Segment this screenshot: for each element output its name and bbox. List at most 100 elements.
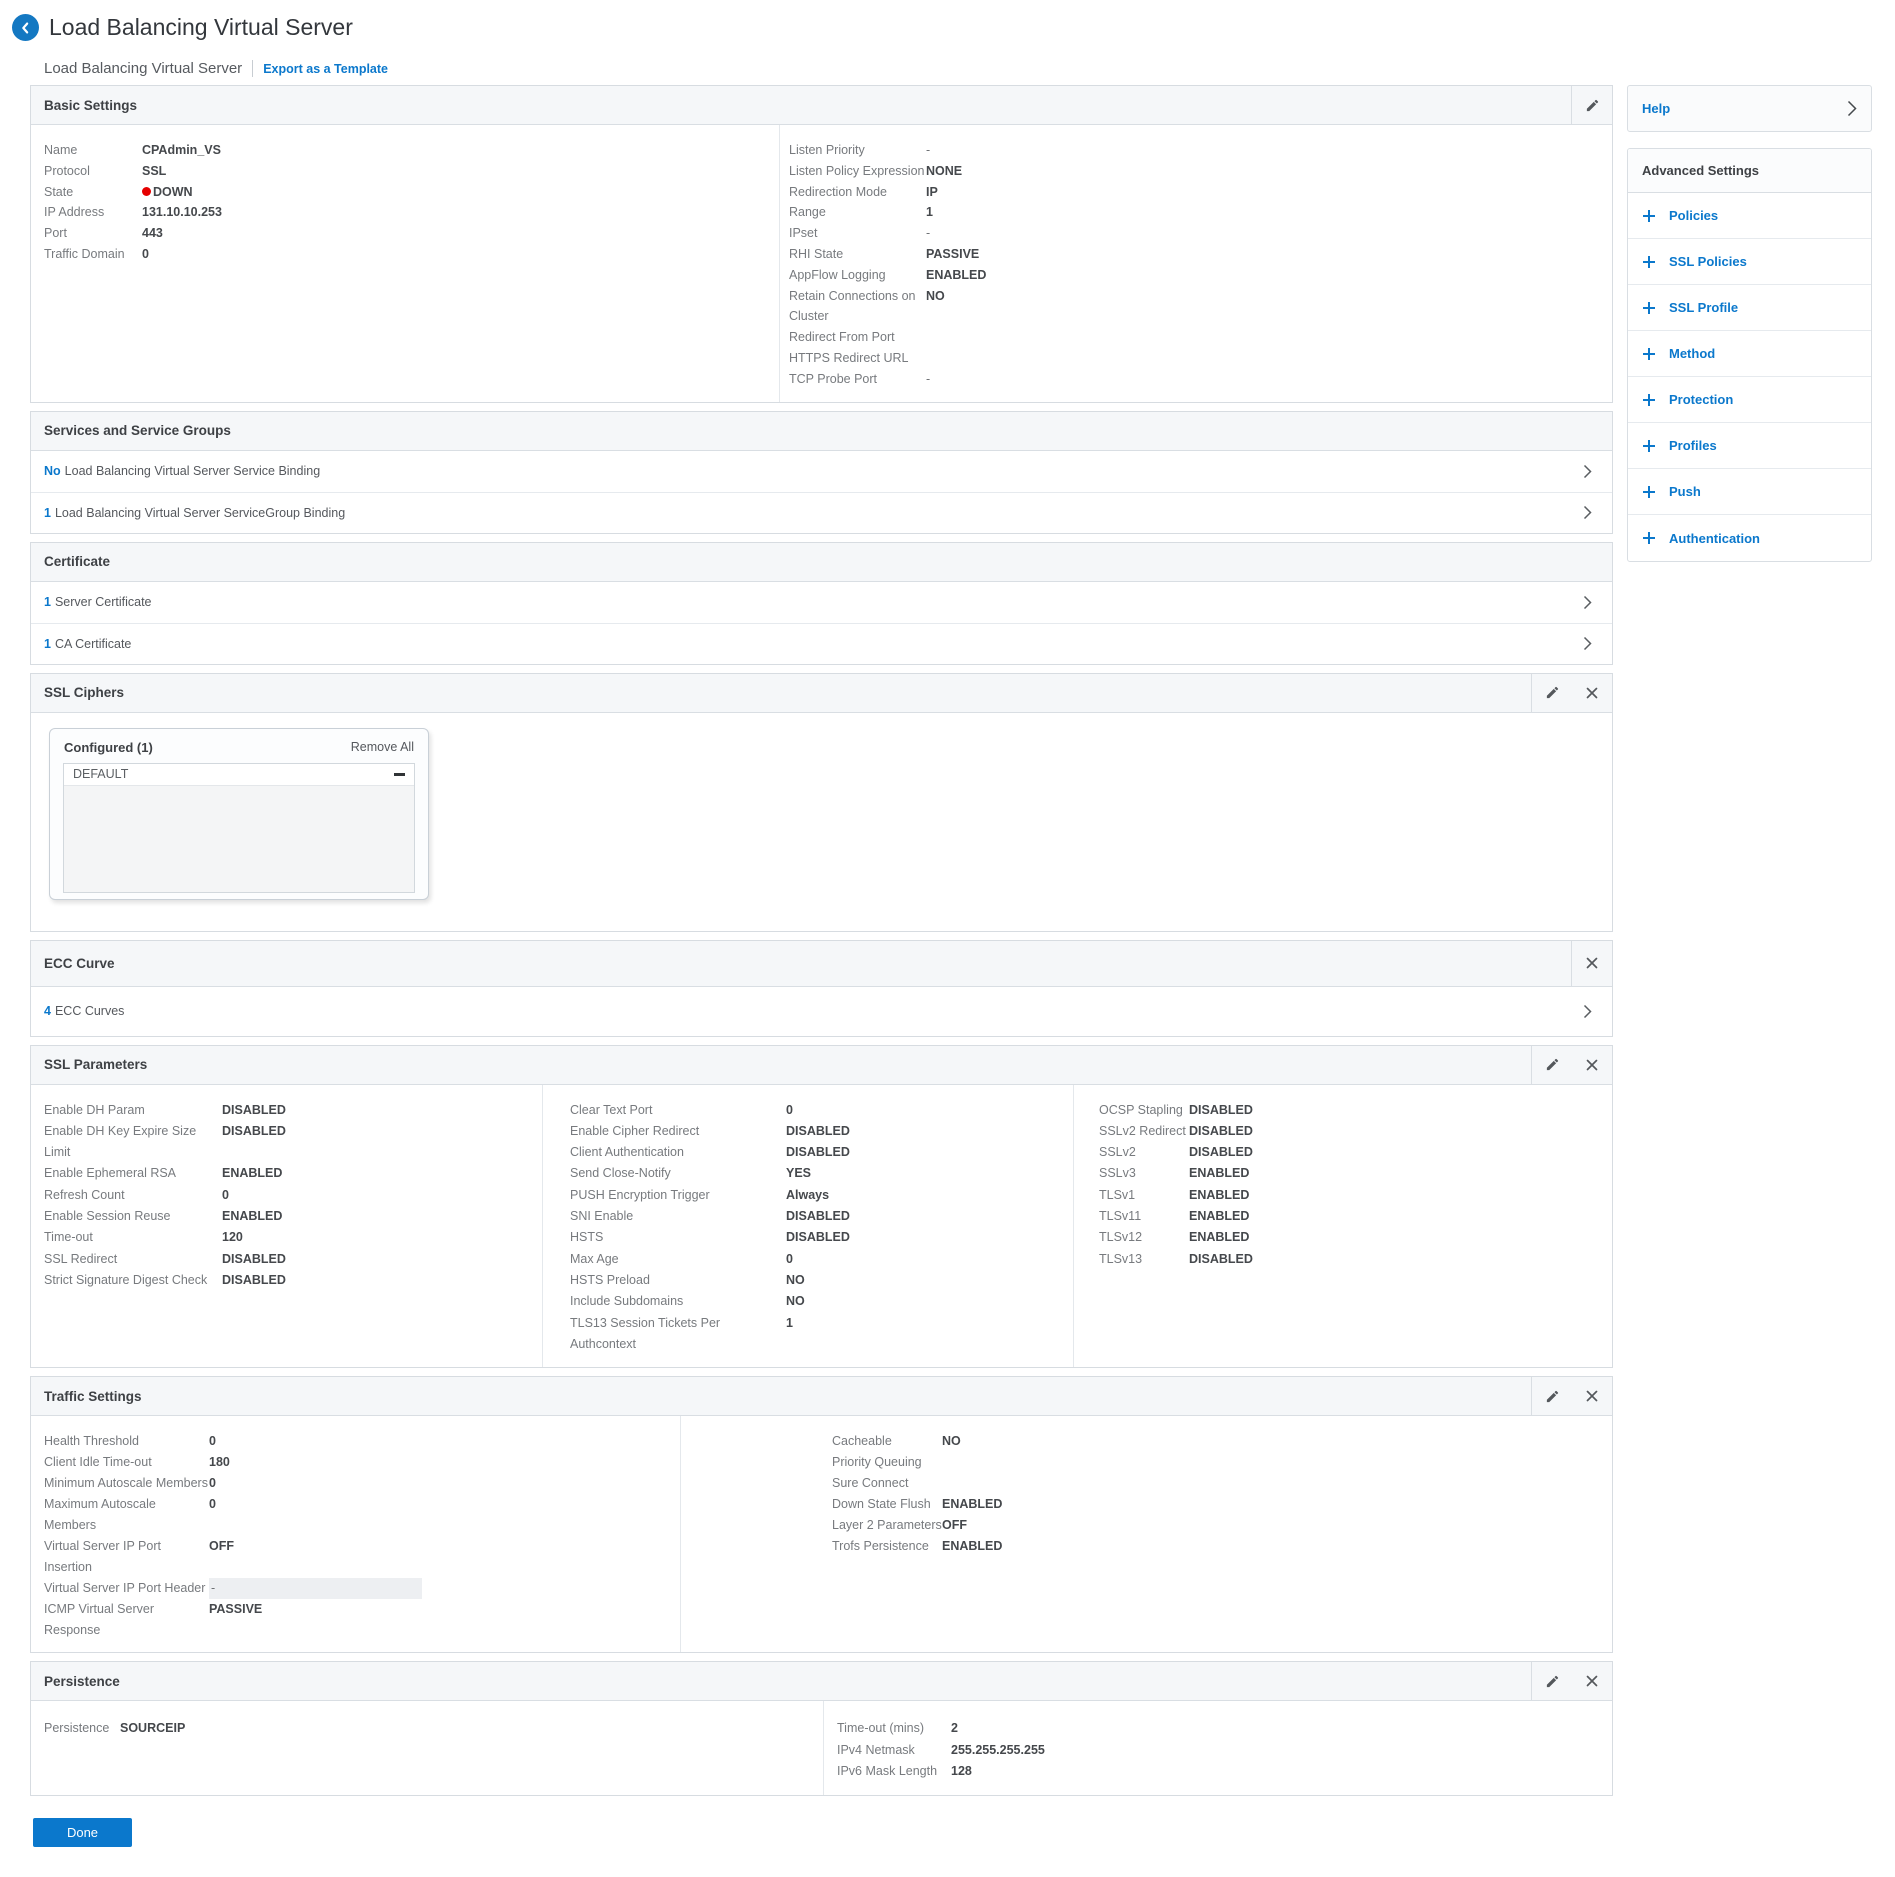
binding-row[interactable]: 1CA Certificate bbox=[31, 623, 1612, 664]
services-panel: Services and Service Groups NoLoad Balan… bbox=[30, 411, 1613, 534]
persistence-edit-button[interactable] bbox=[1532, 1662, 1572, 1700]
field-value: DISABLED bbox=[222, 1121, 286, 1164]
field-row: Enable DH ParamDISABLED bbox=[44, 1100, 542, 1121]
field-value: DISABLED bbox=[786, 1121, 850, 1142]
close-icon bbox=[1586, 1675, 1598, 1687]
field-label: Send Close-Notify bbox=[570, 1163, 786, 1184]
services-header: Services and Service Groups bbox=[31, 412, 1612, 451]
plus-icon bbox=[1642, 531, 1656, 545]
pencil-icon bbox=[1545, 685, 1560, 700]
cipher-row: DEFAULT bbox=[64, 764, 414, 786]
basic-settings-panel: Basic Settings NameCPAdmin_VSProtocolSSL… bbox=[30, 85, 1613, 403]
ssl-ciphers-close-button[interactable] bbox=[1572, 674, 1612, 712]
field-row: ProtocolSSL bbox=[44, 161, 779, 182]
ssl-ciphers-edit-button[interactable] bbox=[1532, 674, 1572, 712]
field-label: IPv4 Netmask bbox=[837, 1740, 951, 1762]
back-button[interactable] bbox=[12, 14, 39, 41]
advanced-setting-label: SSL Policies bbox=[1669, 254, 1747, 269]
field-row: Health Threshold0 bbox=[44, 1431, 680, 1452]
field-row: Maximum Autoscale Members0 bbox=[44, 1494, 680, 1536]
remove-cipher-button[interactable] bbox=[394, 773, 405, 776]
pencil-icon bbox=[1545, 1389, 1560, 1404]
field-row: HSTS PreloadNO bbox=[570, 1270, 1073, 1291]
traffic-settings-close-button[interactable] bbox=[1572, 1377, 1612, 1415]
binding-row[interactable]: NoLoad Balancing Virtual Server Service … bbox=[31, 451, 1612, 492]
field-row: Down State FlushENABLED bbox=[832, 1494, 1612, 1515]
field-label: HSTS Preload bbox=[570, 1270, 786, 1291]
field-row: IPv6 Mask Length128 bbox=[837, 1761, 1612, 1783]
close-icon bbox=[1586, 687, 1598, 699]
ssl-parameters-column-2: Clear Text Port0Enable Cipher RedirectDI… bbox=[542, 1085, 1073, 1368]
ssl-parameters-edit-button[interactable] bbox=[1532, 1046, 1572, 1084]
field-row: Virtual Server IP Port Header- bbox=[44, 1578, 680, 1599]
persistence-close-button[interactable] bbox=[1572, 1662, 1612, 1700]
done-button[interactable]: Done bbox=[33, 1818, 132, 1847]
field-row: ICMP Virtual Server ResponsePASSIVE bbox=[44, 1599, 680, 1641]
pencil-icon bbox=[1585, 98, 1600, 113]
field-row: Enable Cipher RedirectDISABLED bbox=[570, 1121, 1073, 1142]
field-value: DISABLED bbox=[222, 1270, 286, 1291]
field-value: 0 bbox=[209, 1431, 216, 1452]
advanced-setting-item[interactable]: Method bbox=[1628, 331, 1871, 377]
persistence-body: PersistenceSOURCEIP Time-out (mins)2IPv4… bbox=[31, 1701, 1612, 1795]
field-label: Redirection Mode bbox=[789, 182, 926, 203]
plus-icon bbox=[1642, 301, 1656, 315]
advanced-setting-label: Protection bbox=[1669, 392, 1733, 407]
ssl-parameters-close-button[interactable] bbox=[1572, 1046, 1612, 1084]
ecc-curve-close-button[interactable] bbox=[1572, 941, 1612, 986]
services-rows: NoLoad Balancing Virtual Server Service … bbox=[31, 451, 1612, 533]
field-row: RHI StatePASSIVE bbox=[789, 244, 1612, 265]
ssl-ciphers-body: Configured (1) Remove All DEFAULT bbox=[31, 713, 1612, 931]
field-row: TLSv13DISABLED bbox=[1099, 1249, 1612, 1270]
field-value: - bbox=[926, 140, 930, 161]
field-label: OCSP Stapling bbox=[1099, 1100, 1189, 1121]
field-row: Include SubdomainsNO bbox=[570, 1291, 1073, 1312]
field-value: PASSIVE bbox=[209, 1599, 262, 1641]
traffic-settings-edit-button[interactable] bbox=[1532, 1377, 1572, 1415]
field-value: ENABLED bbox=[926, 265, 986, 286]
binding-row[interactable]: 1Load Balancing Virtual Server ServiceGr… bbox=[31, 492, 1612, 533]
help-card[interactable]: Help bbox=[1627, 85, 1872, 132]
field-row: IPv4 Netmask255.255.255.255 bbox=[837, 1740, 1612, 1762]
advanced-setting-item[interactable]: SSL Policies bbox=[1628, 239, 1871, 285]
field-label: TCP Probe Port bbox=[789, 369, 926, 390]
traffic-settings-right-column: CacheableNOPriority QueuingSure ConnectD… bbox=[680, 1416, 1612, 1652]
field-value: 1 bbox=[786, 1313, 793, 1356]
ssl-ciphers-panel: SSL Ciphers bbox=[30, 673, 1613, 932]
field-label: Include Subdomains bbox=[570, 1291, 786, 1312]
binding-row[interactable]: 4ECC Curves bbox=[31, 987, 1612, 1036]
field-label: TLSv11 bbox=[1099, 1206, 1189, 1227]
field-label: IPset bbox=[789, 223, 926, 244]
cipher-list: DEFAULT bbox=[63, 763, 415, 893]
advanced-setting-item[interactable]: Profiles bbox=[1628, 423, 1871, 469]
configured-ciphers-box: Configured (1) Remove All DEFAULT bbox=[49, 728, 429, 900]
advanced-setting-item[interactable]: Policies bbox=[1628, 193, 1871, 239]
field-label: Sure Connect bbox=[832, 1473, 942, 1494]
header-actions bbox=[1571, 941, 1612, 986]
ssl-ciphers-header: SSL Ciphers bbox=[31, 674, 1612, 713]
field-value: 255.255.255.255 bbox=[951, 1740, 1045, 1762]
field-label: SSLv2 bbox=[1099, 1142, 1189, 1163]
chevron-right-icon bbox=[1583, 595, 1592, 610]
basic-settings-edit-button[interactable] bbox=[1572, 86, 1612, 124]
field-row: Port443 bbox=[44, 223, 779, 244]
field-label: AppFlow Logging bbox=[789, 265, 926, 286]
field-value: - bbox=[209, 1578, 422, 1599]
field-value: ENABLED bbox=[942, 1494, 1002, 1515]
field-row: Virtual Server IP Port InsertionOFF bbox=[44, 1536, 680, 1578]
advanced-setting-item[interactable]: SSL Profile bbox=[1628, 285, 1871, 331]
advanced-setting-item[interactable]: Push bbox=[1628, 469, 1871, 515]
close-icon bbox=[1586, 1390, 1598, 1402]
binding-count: 1 bbox=[44, 595, 51, 609]
binding-row[interactable]: 1Server Certificate bbox=[31, 582, 1612, 623]
advanced-setting-item[interactable]: Protection bbox=[1628, 377, 1871, 423]
field-row: Redirect From Port bbox=[789, 327, 1612, 348]
advanced-setting-item[interactable]: Authentication bbox=[1628, 515, 1871, 561]
binding-count: No bbox=[44, 464, 61, 478]
remove-all-link[interactable]: Remove All bbox=[351, 740, 414, 754]
field-value: DISABLED bbox=[1189, 1100, 1253, 1121]
field-row: SSLv2DISABLED bbox=[1099, 1142, 1612, 1163]
ssl-parameters-panel: SSL Parameters Enable DH ParamDISA bbox=[30, 1045, 1613, 1369]
field-label: Layer 2 Parameters bbox=[832, 1515, 942, 1536]
export-as-template-link[interactable]: Export as a Template bbox=[263, 62, 388, 76]
